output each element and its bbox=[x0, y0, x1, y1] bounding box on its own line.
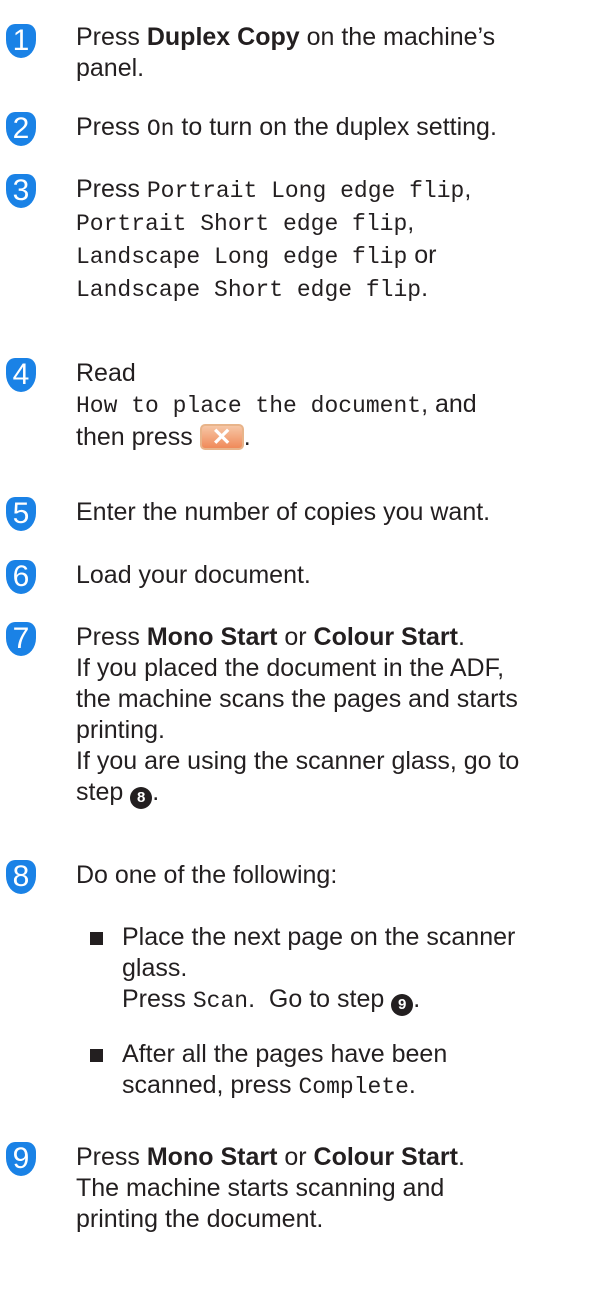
step-text: Press Mono Start or Colour Start. If you… bbox=[76, 622, 606, 809]
bullet-icon bbox=[90, 932, 103, 945]
step-number: 2 bbox=[6, 112, 36, 146]
step-number: 1 bbox=[6, 24, 36, 58]
step-text: Load your document. bbox=[76, 561, 311, 589]
colour-start-label: Colour Start bbox=[313, 1143, 458, 1171]
step-reference: 9 bbox=[391, 994, 414, 1016]
mono-start-label: Mono Start bbox=[146, 623, 278, 651]
duplex-copy-button-label: Duplex Copy bbox=[146, 23, 300, 51]
step-text: Press On to turn on the duplex setting. bbox=[76, 113, 497, 142]
how-to-place-option: How to place the document bbox=[76, 393, 422, 419]
colour-start-label: Colour Start bbox=[313, 623, 458, 651]
step-number: 6 bbox=[6, 560, 36, 594]
step-number: 4 bbox=[6, 358, 36, 392]
step-text: Press Mono Start or Colour Start. The ma… bbox=[76, 1143, 465, 1233]
step-text: Press Duplex Copy on the machine’s panel… bbox=[76, 23, 496, 82]
mono-start-label: Mono Start bbox=[146, 1143, 278, 1171]
complete-option: Complete bbox=[298, 1074, 409, 1100]
step-text: Do one of the following: bbox=[76, 861, 338, 889]
step-text: Press Portrait Long edge flip, Portrait … bbox=[76, 175, 472, 303]
step-number: 9 bbox=[6, 1142, 36, 1176]
step-number: 3 bbox=[6, 174, 36, 208]
step-number: 7 bbox=[6, 622, 36, 656]
on-option: On bbox=[146, 116, 175, 142]
step-number: 5 bbox=[6, 497, 36, 531]
step-reference: 8 bbox=[130, 787, 153, 809]
step-number: 8 bbox=[6, 860, 36, 894]
bullet-icon bbox=[90, 1049, 103, 1062]
option-portrait-short: Portrait Short edge flip bbox=[76, 211, 408, 237]
step-text: Read How to place the document, and then… bbox=[76, 359, 477, 451]
step-text: Enter the number of copies you want. bbox=[76, 498, 491, 526]
scan-option: Scan bbox=[192, 988, 249, 1014]
option-landscape-short: Landscape Short edge flip bbox=[76, 277, 422, 303]
option-landscape-long: Landscape Long edge flip bbox=[76, 244, 408, 270]
option-portrait-long: Portrait Long edge flip bbox=[146, 178, 465, 204]
close-icon: ✕ bbox=[199, 424, 244, 451]
